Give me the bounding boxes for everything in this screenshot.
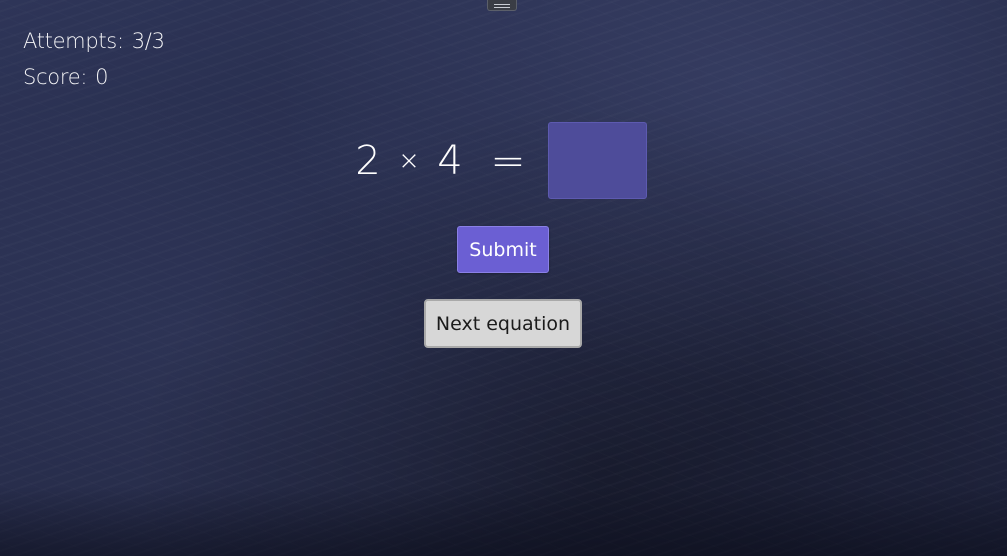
equals-sign: =: [490, 136, 526, 185]
game-stats: Attempts: 3/3 Score: 0: [23, 26, 165, 98]
menu-handle-icon[interactable]: [487, 0, 517, 11]
left-operand: 2: [355, 137, 381, 184]
score-value: 0: [95, 65, 109, 89]
equation-row: 2 × 4 =: [350, 122, 647, 199]
attempts-value: 3/3: [131, 29, 165, 53]
answer-input[interactable]: [548, 122, 647, 199]
right-operand: 4: [437, 137, 463, 184]
score-label: Score:: [23, 65, 88, 89]
submit-button[interactable]: Submit: [457, 226, 549, 273]
next-equation-button[interactable]: Next equation: [424, 299, 582, 348]
multiply-operator: ×: [398, 145, 420, 176]
chalkboard-bottom-shadow: [0, 486, 1007, 556]
attempts-counter: Attempts: 3/3: [23, 26, 165, 62]
attempts-label: Attempts:: [23, 29, 124, 53]
score-counter: Score: 0: [23, 62, 165, 98]
